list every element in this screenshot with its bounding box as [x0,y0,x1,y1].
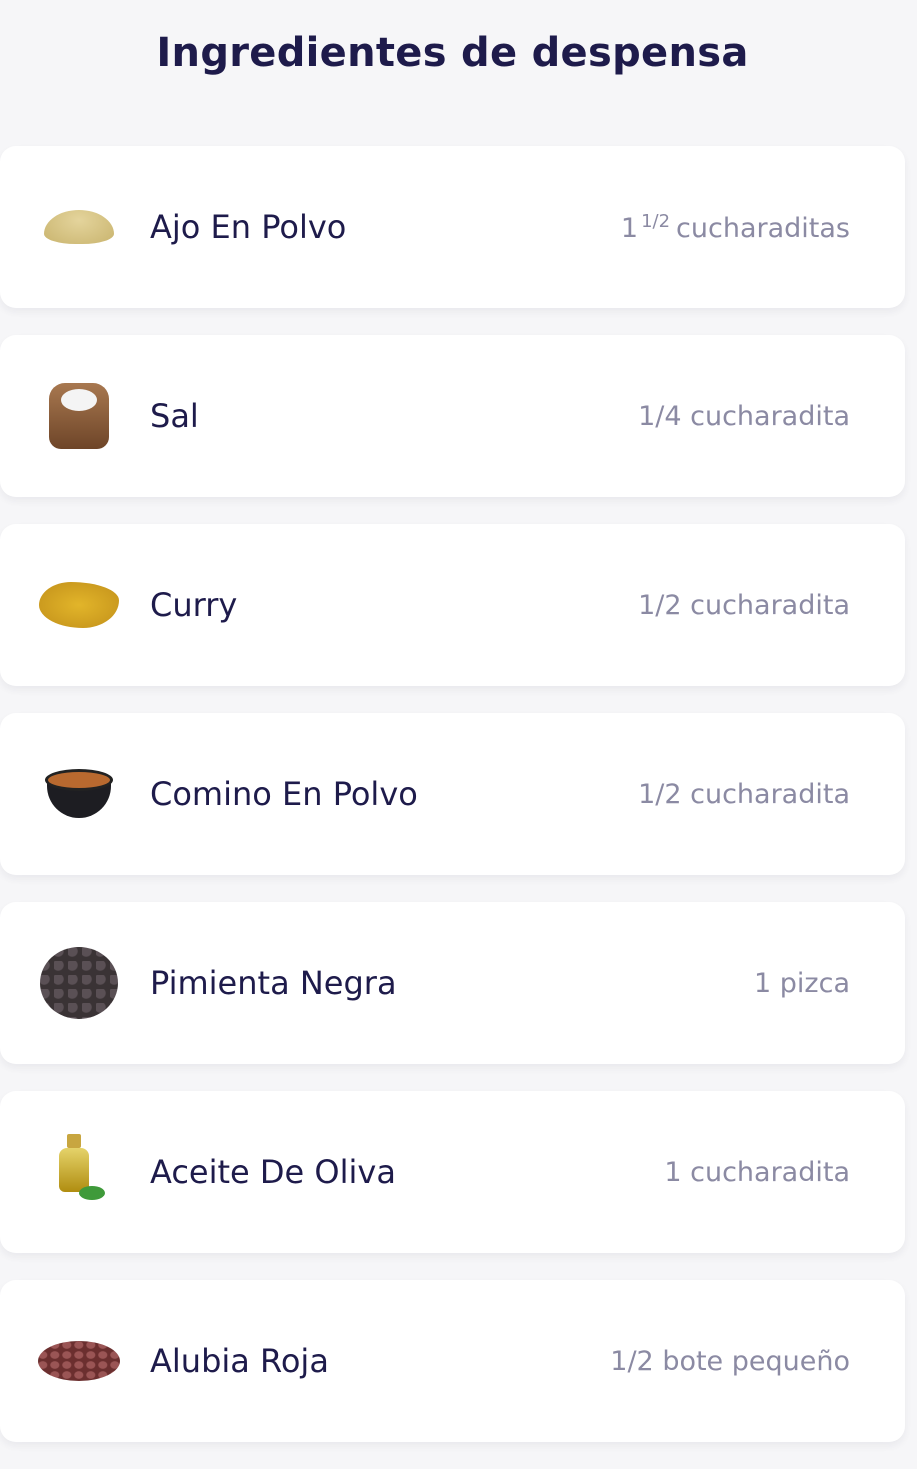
ingredient-item[interactable]: Ajo En Polvo 1 1/2 cucharaditas [0,146,905,308]
ingredient-name: Sal [150,397,199,435]
ingredient-quantity: 1 pizca [754,967,850,999]
olive-oil-icon [38,1134,120,1207]
ingredient-name: Ajo En Polvo [150,208,347,246]
ingredient-quantity: 1 cucharadita [664,1156,850,1188]
black-pepper-icon [38,947,120,1019]
ingredient-name: Pimienta Negra [150,964,397,1002]
salt-sack-icon [38,381,120,451]
ingredient-item[interactable]: Aceite De Oliva 1 cucharadita [0,1091,905,1253]
ingredient-quantity: 1 1/2 cucharaditas [620,210,850,244]
ingredient-quantity: 1/4 cucharadita [638,400,850,432]
ingredient-name: Aceite De Oliva [150,1153,396,1191]
ingredient-item[interactable]: Comino En Polvo 1/2 cucharadita [0,713,905,875]
curry-powder-icon [38,570,120,640]
ingredient-quantity: 1/2 cucharadita [638,778,850,810]
garlic-powder-icon [38,192,120,262]
page-title: Ingredientes de despensa [156,30,749,76]
ingredient-item[interactable]: Alubia Roja 1/2 bote pequeño [0,1280,905,1442]
ingredient-name: Comino En Polvo [150,775,418,813]
ingredient-item[interactable]: Curry 1/2 cucharadita [0,524,905,686]
ingredient-quantity: 1/2 cucharadita [638,589,850,621]
ingredient-name: Curry [150,586,238,624]
ingredient-quantity: 1/2 bote pequeño [610,1345,850,1377]
ingredient-name: Alubia Roja [150,1342,329,1380]
ingredient-item[interactable]: Sal 1/4 cucharadita [0,335,905,497]
red-beans-icon [38,1326,120,1396]
ingredient-item[interactable]: Pimienta Negra 1 pizca [0,902,905,1064]
cumin-bowl-icon [38,759,120,829]
ingredient-list: Ajo En Polvo 1 1/2 cucharaditas Sal 1/4 cu… [0,146,905,1469]
